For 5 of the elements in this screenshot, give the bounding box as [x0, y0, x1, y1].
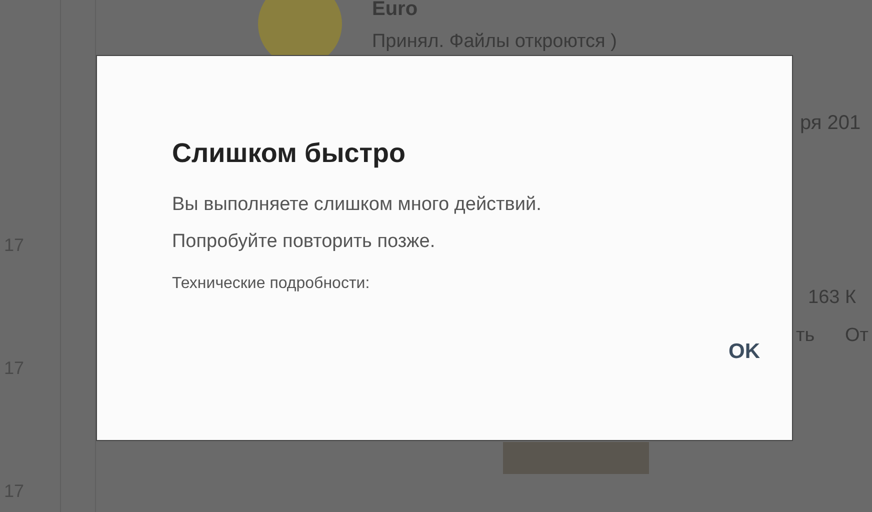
dialog-title: Слишком быстро	[172, 140, 406, 167]
ok-button[interactable]: OK	[716, 332, 772, 371]
details-label: Технические подробности:	[172, 274, 371, 294]
message-line: Вы выполняете слишком много действий.	[172, 193, 542, 217]
message-line: Попробуйте повторить позже.	[172, 230, 436, 254]
